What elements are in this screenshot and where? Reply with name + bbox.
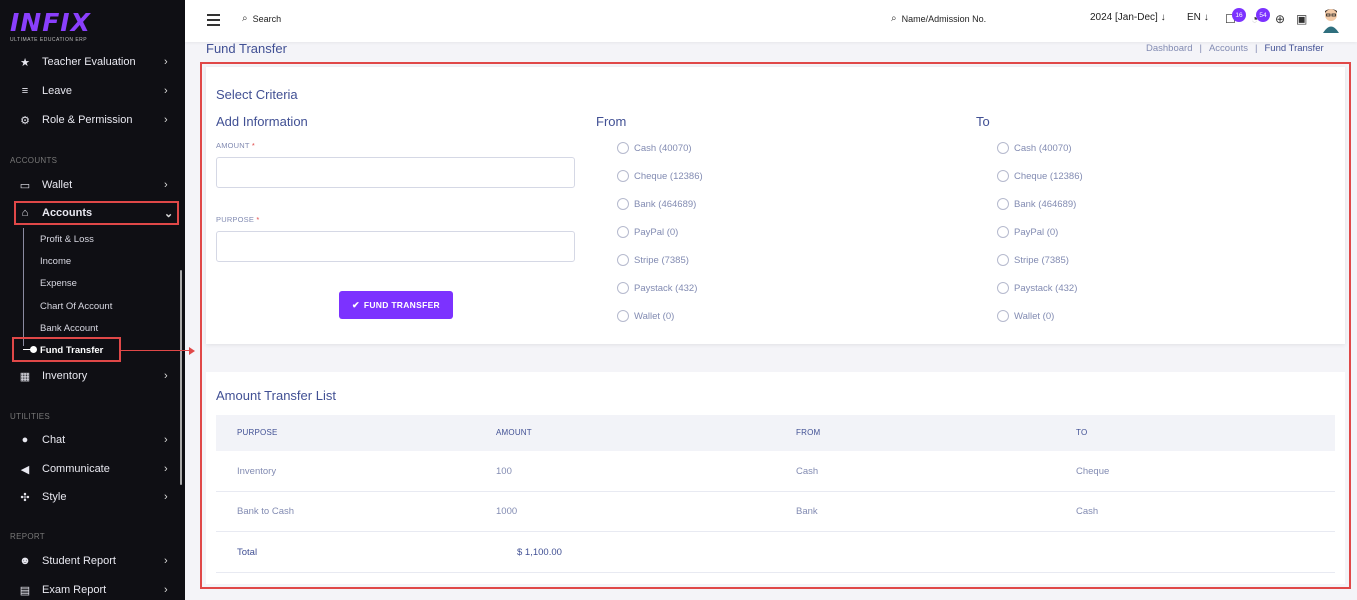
sidebar-section-accounts: ACCOUNTS: [10, 156, 58, 165]
breadcrumb-dashboard[interactable]: Dashboard: [1146, 43, 1192, 54]
sidebar-item-student-report[interactable]: ☻ Student Report ›: [0, 548, 185, 574]
sidebar-subitem-income[interactable]: Income: [40, 256, 71, 267]
key-icon: ⚙: [20, 114, 30, 127]
sidebar-item-label: Student Report: [42, 555, 116, 567]
notification-count-badge: 54: [1256, 8, 1270, 22]
sidebar-item-wallet[interactable]: ▭ Wallet ›: [0, 172, 185, 198]
academic-year-select[interactable]: 2024 [Jan-Dec] ↓: [1090, 12, 1166, 23]
app-logo[interactable]: INFIX ULTIMATE EDUCATION ERP: [10, 8, 91, 44]
fund-transfer-highlight: [12, 337, 121, 362]
accounts-highlight: [14, 201, 179, 225]
chevron-right-icon: ›: [164, 179, 168, 191]
logo-tagline: ULTIMATE EDUCATION ERP: [10, 37, 88, 43]
language-select[interactable]: EN ↓: [1187, 12, 1209, 23]
breadcrumb-current: Fund Transfer: [1264, 43, 1324, 54]
chat-icon: ●: [21, 434, 29, 446]
content-highlight: [200, 62, 1351, 589]
menu-toggle-icon[interactable]: [207, 14, 220, 29]
sidebar-item-chat[interactable]: ● Chat ›: [0, 427, 185, 453]
inventory-icon: ▦: [19, 370, 31, 383]
chevron-right-icon: ›: [164, 463, 168, 475]
arrow-down-icon: ↓: [1203, 12, 1209, 23]
chevron-right-icon: ›: [164, 370, 168, 382]
megaphone-icon: ◀: [20, 463, 30, 476]
sidebar-item-label: Style: [42, 491, 67, 503]
student-search-box[interactable]: ⌕ Name/Admission No.: [891, 13, 986, 24]
chevron-right-icon: ›: [164, 555, 168, 567]
breadcrumb-separator: |: [1199, 43, 1202, 54]
sidebar: INFIX ULTIMATE EDUCATION ERP ★ Teacher E…: [0, 0, 185, 600]
wallet-icon: ▭: [19, 179, 31, 192]
sidebar-item-label: Role & Permission: [42, 114, 133, 126]
users-icon: ☻: [19, 555, 31, 567]
chevron-right-icon: ›: [164, 114, 168, 126]
sidebar-subitem-expense[interactable]: Expense: [40, 278, 77, 289]
sidebar-section-report: REPORT: [10, 532, 45, 541]
style-icon: ✣: [20, 491, 30, 504]
chevron-right-icon: ›: [164, 85, 168, 97]
sidebar-scrollbar[interactable]: [180, 270, 182, 485]
sidebar-item-label: Wallet: [42, 179, 73, 191]
chevron-right-icon: ›: [164, 56, 168, 68]
sidebar-item-label: Leave: [42, 85, 72, 97]
sidebar-item-teacher-evaluation[interactable]: ★ Teacher Evaluation ›: [0, 49, 185, 75]
arrow-down-icon: ↓: [1160, 12, 1166, 23]
submenu-line: [23, 228, 24, 346]
sidebar-item-role-permission[interactable]: ⚙ Role & Permission ›: [0, 107, 185, 133]
sidebar-item-exam-report[interactable]: ▤ Exam Report ›: [0, 577, 185, 600]
sidebar-subitem-chart-of-account[interactable]: Chart Of Account: [40, 301, 112, 312]
sidebar-subitem-bank-account[interactable]: Bank Account: [40, 323, 98, 334]
search-icon: ⌕: [242, 13, 248, 24]
search-icon: ⌕: [891, 13, 897, 24]
breadcrumb: Dashboard | Accounts | Fund Transfer: [1146, 43, 1324, 54]
language-value: EN: [1187, 12, 1201, 23]
analytics-icon[interactable]: ▣: [1296, 12, 1307, 26]
chevron-right-icon: ›: [164, 491, 168, 503]
top-bar: ⌕ Search ⌕ Name/Admission No. 2024 [Jan-…: [185, 0, 1357, 42]
document-icon: ▤: [19, 584, 31, 597]
sidebar-item-inventory[interactable]: ▦ Inventory ›: [0, 363, 185, 389]
page-title: Fund Transfer: [206, 41, 287, 56]
sidebar-item-label: Teacher Evaluation: [42, 56, 136, 68]
sidebar-item-style[interactable]: ✣ Style ›: [0, 484, 185, 510]
sidebar-subitem-profit-loss[interactable]: Profit & Loss: [40, 234, 94, 245]
star-icon: ★: [20, 56, 30, 69]
sidebar-item-communicate[interactable]: ◀ Communicate ›: [0, 456, 185, 482]
bed-icon: ≡: [21, 85, 29, 97]
sidebar-item-label: Communicate: [42, 463, 110, 475]
chat-count-badge: 16: [1232, 8, 1246, 22]
search-box[interactable]: ⌕ Search: [242, 13, 281, 24]
chevron-right-icon: ›: [164, 434, 168, 446]
sidebar-item-leave[interactable]: ≡ Leave ›: [0, 78, 185, 104]
sidebar-item-label: Exam Report: [42, 584, 107, 596]
sidebar-item-label: Chat: [42, 434, 66, 446]
sidebar-item-label: Inventory: [42, 370, 88, 382]
chevron-right-icon: ›: [164, 584, 168, 596]
globe-icon[interactable]: ⊕: [1275, 12, 1285, 26]
search-label: Search: [252, 13, 282, 24]
user-avatar[interactable]: [1321, 6, 1341, 34]
logo-brand: INFIX: [10, 8, 91, 37]
breadcrumb-separator: |: [1255, 43, 1258, 54]
student-search-label: Name/Admission No.: [901, 13, 987, 24]
annotation-arrow-line: [121, 350, 191, 351]
academic-year-value: 2024 [Jan-Dec]: [1090, 12, 1158, 23]
sidebar-section-utilities: UTILITIES: [10, 412, 51, 421]
annotation-arrow-head: [189, 347, 195, 355]
breadcrumb-accounts[interactable]: Accounts: [1209, 43, 1248, 54]
